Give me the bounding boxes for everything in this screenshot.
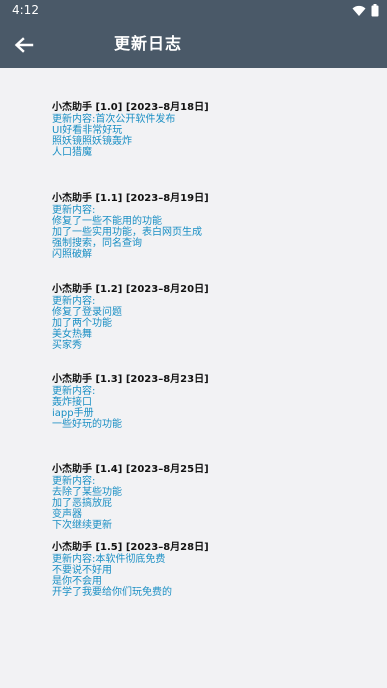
changelog-line: 更新内容: xyxy=(52,205,96,216)
app-toolbar: 更新日志 xyxy=(0,21,387,68)
changelog-line: 是你不会用 xyxy=(52,576,102,587)
wifi-icon xyxy=(352,5,366,16)
back-button[interactable] xyxy=(10,31,38,59)
changelog-line: 美女热舞 xyxy=(52,329,92,340)
changelog-entry: 小杰助手 [1.5] [2023–8月28日] 更新内容:本软件彻底免费 不要说… xyxy=(52,542,372,598)
changelog-line: 更新内容:首次公开软件发布 xyxy=(52,114,176,125)
arrow-left-icon xyxy=(14,37,34,53)
changelog-line: 更新内容: xyxy=(52,476,96,487)
changelog-entry: 小杰助手 [1.0] [2023–8月18日] 更新内容:首次公开软件发布 UI… xyxy=(52,102,372,158)
changelog-entry-title: 小杰助手 [1.3] [2023–8月23日] xyxy=(52,374,209,385)
changelog-line: 更新内容: xyxy=(52,386,96,397)
changelog-line: 变声器 xyxy=(52,509,82,520)
changelog-entry-title: 小杰助手 [1.4] [2023–8月25日] xyxy=(52,464,209,475)
changelog-entry: 小杰助手 [1.1] [2023–8月19日] 更新内容: 修复了一些不能用的功… xyxy=(52,193,372,260)
changelog-entry-title: 小杰助手 [1.2] [2023–8月20日] xyxy=(52,284,209,295)
changelog-line: 强制搜索，同名查询 xyxy=(52,238,142,249)
changelog-entry: 小杰助手 [1.4] [2023–8月25日] 更新内容: 去除了某些功能 加了… xyxy=(52,464,372,531)
changelog-entry: 小杰助手 [1.3] [2023–8月23日] 更新内容: 轰炸接口 iapp手… xyxy=(52,374,372,430)
changelog-line: iapp手册 xyxy=(52,408,94,419)
changelog-entry-title: 小杰助手 [1.0] [2023–8月18日] xyxy=(52,102,209,113)
changelog-line: 轰炸接口 xyxy=(52,397,92,408)
changelog-line: 加了一些实用功能，表白网页生成 xyxy=(52,227,202,238)
battery-icon xyxy=(371,4,379,17)
changelog-line: 开学了我要给你们玩免费的 xyxy=(52,587,172,598)
changelog-line: 照妖镜照妖镜轰炸 xyxy=(52,136,132,147)
changelog-line: 更新内容:本软件彻底免费 xyxy=(52,554,166,565)
changelog-line: 更新内容: xyxy=(52,296,96,307)
status-time: 4:12 xyxy=(12,3,39,17)
changelog-line: 人口猎魔 xyxy=(52,147,92,158)
changelog-line: 修复了一些不能用的功能 xyxy=(52,216,162,227)
changelog-line: UI好看非常好玩 xyxy=(52,125,123,136)
page-title: 更新日志 xyxy=(114,34,183,53)
changelog-line: 加了恶搞放屁 xyxy=(52,498,112,509)
changelog-line: 闪照破解 xyxy=(52,249,92,260)
changelog-line: 不要说不好用 xyxy=(52,565,112,576)
changelog-line: 下次继续更新 xyxy=(52,520,112,531)
changelog-entry-title: 小杰助手 [1.5] [2023–8月28日] xyxy=(52,542,209,553)
status-icons xyxy=(352,4,379,17)
changelog-entry-title: 小杰助手 [1.1] [2023–8月19日] xyxy=(52,193,209,204)
changelog-line: 加了两个功能 xyxy=(52,318,112,329)
changelog-line: 一些好玩的功能 xyxy=(52,419,122,430)
changelog-line: 买家秀 xyxy=(52,340,82,351)
status-bar: 4:12 xyxy=(0,0,387,21)
changelog-entry: 小杰助手 [1.2] [2023–8月20日] 更新内容: 修复了登录问题 加了… xyxy=(52,284,372,351)
changelog-line: 修复了登录问题 xyxy=(52,307,122,318)
changelog-line: 去除了某些功能 xyxy=(52,487,122,498)
